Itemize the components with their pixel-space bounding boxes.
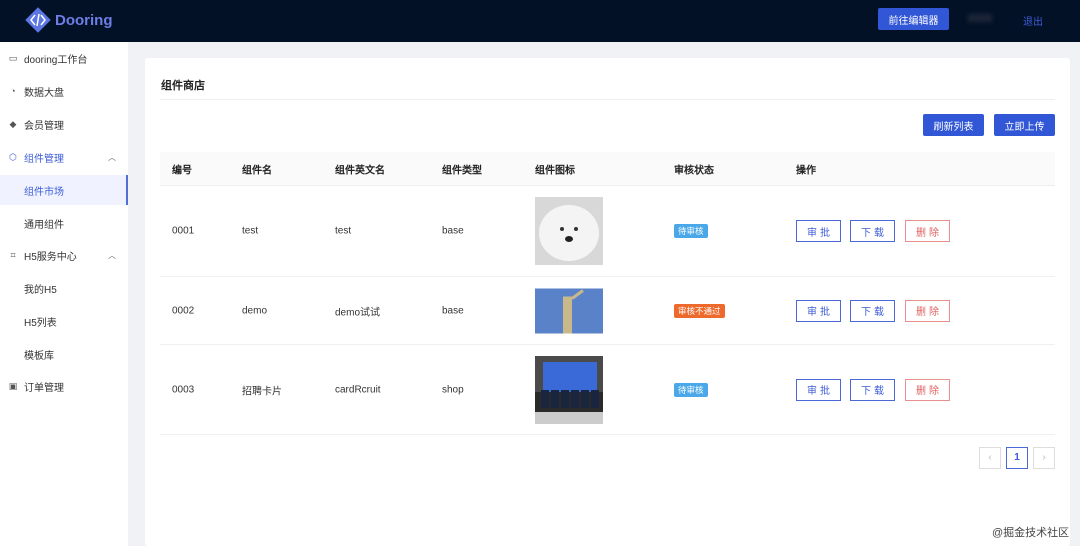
- page-1-button[interactable]: 1: [1006, 447, 1028, 469]
- approve-button[interactable]: 审批: [796, 378, 841, 401]
- status-badge: 待审核: [674, 382, 708, 397]
- sidebar-item-label: 我的H5: [24, 284, 57, 296]
- monument-pillar-photo: [535, 288, 603, 333]
- component-id: 0002: [172, 305, 195, 316]
- component-name: test: [242, 225, 259, 237]
- component-type: base: [442, 305, 464, 316]
- column-header: 组件图标: [535, 165, 575, 176]
- delete-button[interactable]: 删除: [905, 378, 950, 401]
- column-header: 编号: [172, 165, 192, 176]
- page-title: 组件商店: [161, 80, 205, 92]
- sidebar-item-label: 组件管理: [24, 153, 64, 165]
- column-header: 操作: [796, 165, 816, 176]
- approve-button[interactable]: 审批: [796, 299, 841, 322]
- sidebar-item-label: H5列表: [24, 317, 57, 329]
- download-button[interactable]: 下载: [850, 378, 895, 401]
- column-header: 组件类型: [442, 165, 482, 176]
- logout-link[interactable]: 退出: [1023, 13, 1043, 28]
- status-tag: 审核不通过: [674, 303, 725, 318]
- dooring-logo-icon: [25, 7, 51, 33]
- sidebar-item-common-components[interactable]: 通用组件: [0, 208, 128, 238]
- logo-text: Dooring: [55, 11, 113, 29]
- table-row: 0003 招聘卡片 cardRcruit shop 待审核 审批 下载 删除: [160, 345, 1055, 435]
- sidebar-item-label: 通用组件: [24, 219, 64, 231]
- status-badge: 待审核: [674, 224, 708, 238]
- cube-icon: ⬡: [9, 151, 17, 162]
- sidebar-item-component-market[interactable]: 组件市场: [0, 175, 128, 205]
- monitor-icon: ▭: [8, 52, 18, 63]
- diamond-icon: ◆: [9, 118, 17, 129]
- sidebar-item-members[interactable]: ◆ 会员管理: [0, 109, 128, 139]
- sidebar-item-label: 订单管理: [24, 382, 64, 394]
- sidebar-item-templates[interactable]: 模板库: [0, 339, 128, 369]
- column-header: 审核状态: [674, 165, 714, 176]
- samoyed-dog-photo: [535, 197, 603, 265]
- sidebar-item-label: 会员管理: [24, 120, 64, 132]
- next-page-button[interactable]: ›: [1033, 447, 1055, 469]
- table-header: 编号 组件名 组件英文名 组件类型 组件图标 审核状态 操作: [160, 152, 1055, 186]
- sidebar-item-label: 数据大盘: [24, 87, 64, 99]
- divider: [160, 99, 1055, 100]
- sidebar: ▭ dooring工作台 ◔ 数据大盘 ◆ 会员管理 ⬡ 组件管理 ︿ 组件市场 通用组件…: [0, 42, 128, 546]
- watermark: @掘金技术社区: [992, 527, 1070, 539]
- component-type: base: [442, 225, 464, 237]
- sidebar-item-my-h5[interactable]: 我的H5: [0, 273, 128, 303]
- top-header: Dooring 前往编辑器 退出: [0, 0, 1080, 42]
- delete-button[interactable]: 删除: [905, 299, 950, 322]
- upload-button[interactable]: 立即上传: [994, 114, 1055, 136]
- calendar-icon: ▣: [8, 380, 18, 391]
- component-store-card: 组件商店 刷新列表 立即上传 编号 组件名 组件英文名 组件类型 组件图标 审核…: [145, 58, 1070, 546]
- sidebar-item-h5-list[interactable]: H5列表: [0, 306, 128, 336]
- chevron-up-icon: ︿: [108, 250, 116, 260]
- delete-button[interactable]: 删除: [905, 220, 950, 242]
- refresh-list-button[interactable]: 刷新列表: [923, 114, 984, 136]
- component-type: shop: [442, 384, 464, 395]
- column-header: 组件名: [242, 165, 272, 176]
- status-badge: 审核不通过: [674, 303, 725, 318]
- sidebar-item-label: H5服务中心: [24, 251, 77, 263]
- component-name: 招聘卡片: [242, 386, 282, 397]
- components-table: 编号 组件名 组件英文名 组件类型 组件图标 审核状态 操作 0001 test t…: [160, 152, 1055, 435]
- component-en-name: demo试试: [335, 307, 381, 318]
- scan-icon: ⌗: [10, 249, 16, 260]
- user-name-blurred: [968, 14, 992, 22]
- sidebar-item-dashboard[interactable]: ◔ 数据大盘: [0, 76, 128, 106]
- chevron-up-icon: ︿: [108, 152, 116, 162]
- sidebar-item-h5-center[interactable]: ⌗ H5服务中心 ︿: [0, 240, 128, 270]
- sidebar-item-workbench[interactable]: ▭ dooring工作台: [0, 43, 128, 73]
- logo[interactable]: Dooring: [25, 7, 113, 33]
- group-presentation-photo: [535, 355, 603, 424]
- approve-button[interactable]: 审批: [796, 220, 841, 242]
- sidebar-item-label: 组件市场: [24, 186, 64, 198]
- sidebar-item-orders[interactable]: ▣ 订单管理: [0, 371, 128, 401]
- sidebar-item-label: 模板库: [24, 350, 54, 362]
- download-button[interactable]: 下载: [850, 220, 895, 242]
- download-button[interactable]: 下载: [850, 299, 895, 322]
- prev-page-button[interactable]: ‹: [979, 447, 1001, 469]
- table-row: 0002 demo demo试试 base 审核不通过 审批 下载 删除: [160, 277, 1055, 345]
- status-tag: 待审核: [674, 382, 708, 397]
- component-name: demo: [242, 305, 268, 316]
- component-id: 0003: [172, 384, 195, 395]
- sidebar-item-label: dooring工作台: [24, 54, 88, 66]
- sidebar-item-components[interactable]: ⬡ 组件管理 ︿: [0, 142, 128, 172]
- go-to-editor-button[interactable]: 前往编辑器: [878, 8, 949, 30]
- table-row: 0001 test test base 待审核 审批 下载 删除: [160, 186, 1055, 277]
- component-en-name: cardRcruit: [335, 384, 381, 395]
- component-id: 0001: [172, 225, 195, 237]
- component-en-name: test: [335, 225, 352, 237]
- status-tag: 待审核: [674, 224, 708, 238]
- column-header: 组件英文名: [335, 165, 385, 176]
- pie-chart-icon: ◔: [10, 86, 16, 96]
